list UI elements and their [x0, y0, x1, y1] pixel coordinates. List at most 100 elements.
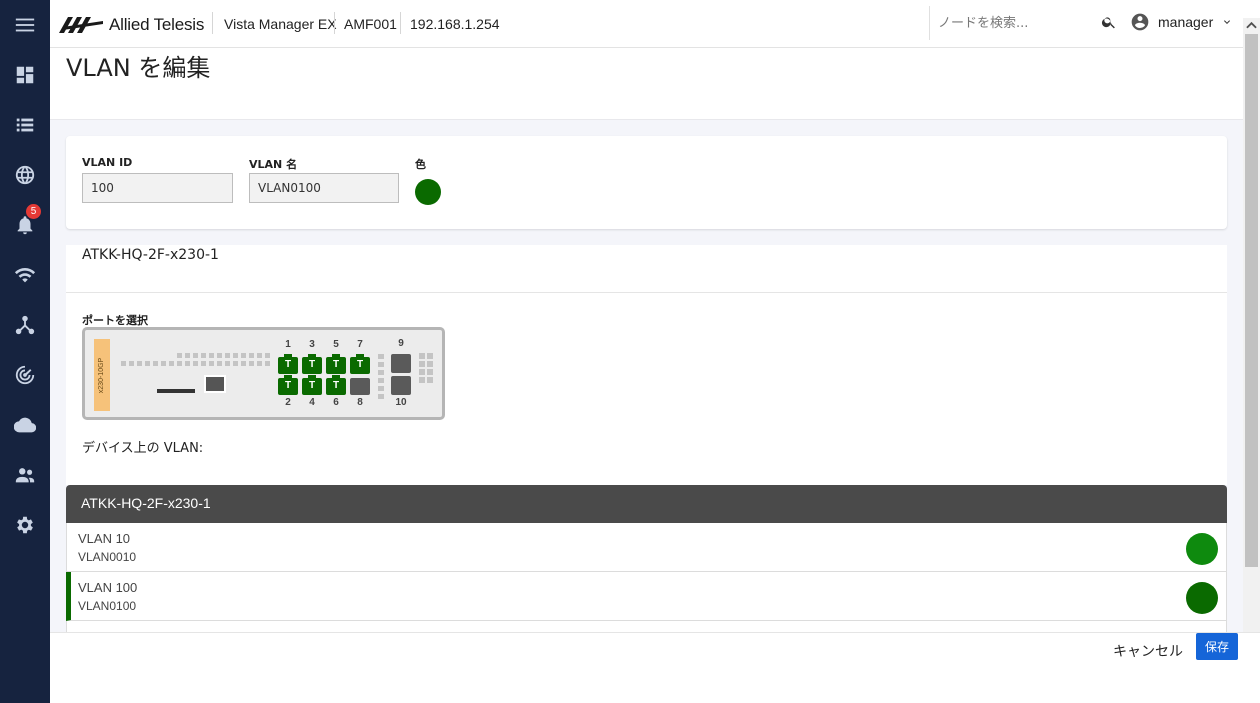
node-search	[929, 6, 1119, 40]
nav-users[interactable]	[0, 455, 50, 495]
cloud-icon	[14, 417, 36, 433]
port-number: 2	[285, 397, 291, 408]
port-10[interactable]	[391, 376, 411, 395]
page-title: VLAN を編集	[66, 54, 211, 82]
port-number: 6	[333, 397, 339, 408]
vlan-row-name: VLAN 100	[78, 580, 138, 595]
globe-icon	[15, 165, 35, 185]
led-grid	[121, 353, 270, 366]
port-number: 3	[309, 339, 315, 350]
product-name: Vista Manager EX	[224, 16, 337, 32]
port-6[interactable]: T	[326, 375, 346, 395]
people-icon	[15, 468, 35, 483]
port-8[interactable]	[350, 378, 370, 395]
port-1[interactable]: T	[278, 354, 298, 374]
vlan-id-label: VLAN ID	[82, 156, 133, 169]
port-number: 7	[357, 339, 363, 350]
nav-cloud[interactable]	[0, 405, 50, 445]
usb-slot	[157, 389, 195, 393]
gear-icon	[17, 516, 33, 534]
port-state: T	[284, 359, 292, 370]
divider	[66, 292, 1227, 293]
brand-logo[interactable]: Allied Telesis	[59, 15, 204, 35]
port-3[interactable]: T	[302, 354, 322, 374]
top-bar: Allied Telesis Vista Manager EX AMF001 1…	[50, 0, 1260, 48]
port-state: T	[332, 359, 340, 370]
port-state: T	[308, 380, 316, 391]
hamburger-icon	[15, 18, 35, 32]
topology-icon	[15, 315, 35, 335]
port-4[interactable]: T	[302, 375, 322, 395]
allied-telesis-logo-icon	[59, 17, 103, 33]
search-icon[interactable]	[1101, 14, 1117, 30]
brand-name: Allied Telesis	[109, 15, 205, 34]
port-number: 4	[309, 397, 315, 408]
port-7[interactable]: T	[350, 354, 370, 374]
color-picker[interactable]	[415, 179, 441, 205]
vlan-row-subname: VLAN0010	[78, 550, 137, 564]
nav-globe[interactable]	[0, 155, 50, 195]
port-2[interactable]: T	[278, 375, 298, 395]
vlan-list-title: ATKK-HQ-2F-x230-1	[81, 495, 211, 511]
radar-icon	[15, 365, 35, 385]
vlan-color-dot	[1186, 533, 1218, 565]
page-scrollbar[interactable]	[1243, 18, 1260, 632]
account-icon	[1131, 13, 1149, 31]
vlan-name-label: VLAN 名	[249, 158, 298, 171]
nav-wireless[interactable]	[0, 255, 50, 295]
nav-notifications[interactable]: 5	[0, 204, 50, 245]
dashboard-icon	[16, 66, 34, 84]
vlan-id-field[interactable]: 100	[82, 173, 233, 203]
device-name: ATKK-HQ-2F-x230-1	[82, 247, 219, 263]
user-menu[interactable]: manager	[1130, 12, 1233, 32]
side-nav: 5	[0, 0, 50, 703]
vlan-form-card	[66, 136, 1227, 229]
port-number: 1	[285, 339, 291, 350]
port-leds	[378, 354, 384, 399]
port-5[interactable]: T	[326, 354, 346, 374]
divider	[400, 12, 401, 34]
save-button[interactable]: 保存	[1196, 633, 1238, 660]
action-bar	[50, 632, 1260, 703]
console-port	[204, 375, 226, 393]
select-ports-label: ポートを選択	[82, 314, 148, 327]
vlan-name-field[interactable]: VLAN0100	[249, 173, 399, 203]
nav-settings[interactable]	[0, 505, 50, 545]
search-input[interactable]	[938, 12, 1098, 34]
user-name: manager	[1158, 14, 1214, 30]
divider	[334, 12, 335, 34]
port-number: 8	[357, 397, 363, 408]
port-state: T	[308, 359, 316, 370]
model-label-wrap: x230-10GP	[94, 339, 110, 411]
vlan-list-header: ATKK-HQ-2F-x230-1	[66, 485, 1227, 523]
nav-radar[interactable]	[0, 355, 50, 395]
port-number: 5	[333, 339, 339, 350]
nav-topology[interactable]	[0, 305, 50, 345]
cancel-button[interactable]: キャンセル	[1113, 641, 1183, 660]
vlan-row-selected[interactable]: VLAN 100 VLAN0100	[66, 572, 1227, 621]
scroll-up-icon[interactable]	[1246, 20, 1257, 30]
notification-badge: 5	[26, 204, 41, 219]
chevron-down-icon	[1224, 20, 1231, 24]
port-state: T	[332, 380, 340, 391]
nav-dashboard[interactable]	[0, 55, 50, 95]
device-vlans-label: デバイス上の VLAN:	[82, 441, 204, 456]
switch-faceplate: x230-10GP 1 3 5 7 9 2 4 6 8 10 T T T T T…	[82, 327, 445, 420]
device-address: 192.168.1.254	[410, 16, 500, 32]
scrollbar-thumb[interactable]	[1245, 34, 1258, 567]
area-name[interactable]: AMF001	[344, 16, 397, 32]
wifi-icon	[14, 268, 36, 283]
port-number: 10	[395, 397, 407, 408]
port-state: T	[284, 380, 292, 391]
menu-button[interactable]	[0, 5, 50, 45]
list-icon	[16, 118, 34, 132]
port-number: 9	[398, 338, 404, 349]
vlan-row[interactable]: VLAN 10 VLAN0010	[66, 523, 1227, 572]
divider	[212, 12, 213, 34]
color-label: 色	[415, 158, 426, 171]
sfp-leds	[419, 353, 433, 383]
nav-list[interactable]	[0, 105, 50, 145]
vlan-row-subname: VLAN0100	[78, 599, 137, 613]
port-9[interactable]	[391, 354, 411, 373]
model-label: x230-10GP	[98, 357, 106, 393]
